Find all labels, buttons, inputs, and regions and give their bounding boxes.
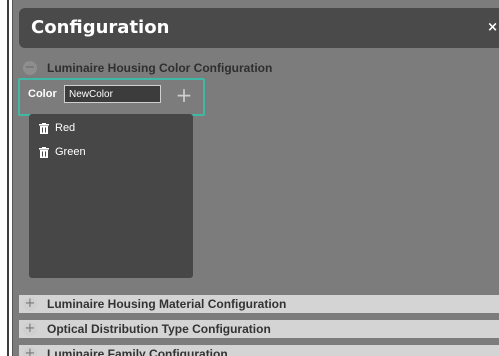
color-name-input[interactable] xyxy=(64,85,161,103)
section-label: Optical Distribution Type Configuration xyxy=(47,322,271,336)
plus-icon[interactable]: + xyxy=(23,347,37,356)
close-icon[interactable]: × xyxy=(487,8,498,48)
section-label: Luminaire Family Configuration xyxy=(47,347,228,356)
trash-icon[interactable] xyxy=(39,122,49,134)
color-editor-row: Color + xyxy=(18,78,205,116)
section-label: Luminaire Housing Color Configuration xyxy=(47,61,273,75)
configuration-dialog: Configuration × − Luminaire Housing Colo… xyxy=(12,0,499,356)
color-list: Red Green xyxy=(29,114,193,278)
minus-circle-icon[interactable]: − xyxy=(23,61,37,75)
plus-icon[interactable]: + xyxy=(23,297,37,311)
title-bar: Configuration × xyxy=(19,8,499,48)
section-luminaire-family[interactable]: + Luminaire Family Configuration xyxy=(19,345,499,356)
color-item-label: Red xyxy=(55,122,76,134)
section-optical-distribution[interactable]: + Optical Distribution Type Configuratio… xyxy=(19,320,499,338)
section-housing-material[interactable]: + Luminaire Housing Material Configurati… xyxy=(19,295,499,313)
list-item: Green xyxy=(39,144,86,160)
add-color-button[interactable]: + xyxy=(174,85,194,105)
color-item-label: Green xyxy=(55,146,86,158)
section-label: Luminaire Housing Material Configuration xyxy=(47,297,287,311)
color-label: Color xyxy=(28,88,57,100)
section-housing-color[interactable]: − Luminaire Housing Color Configuration xyxy=(19,59,499,77)
window-edge xyxy=(0,0,12,356)
trash-icon[interactable] xyxy=(39,146,49,158)
list-item: Red xyxy=(39,120,75,136)
dialog-title: Configuration xyxy=(31,17,170,38)
plus-icon[interactable]: + xyxy=(23,322,37,336)
